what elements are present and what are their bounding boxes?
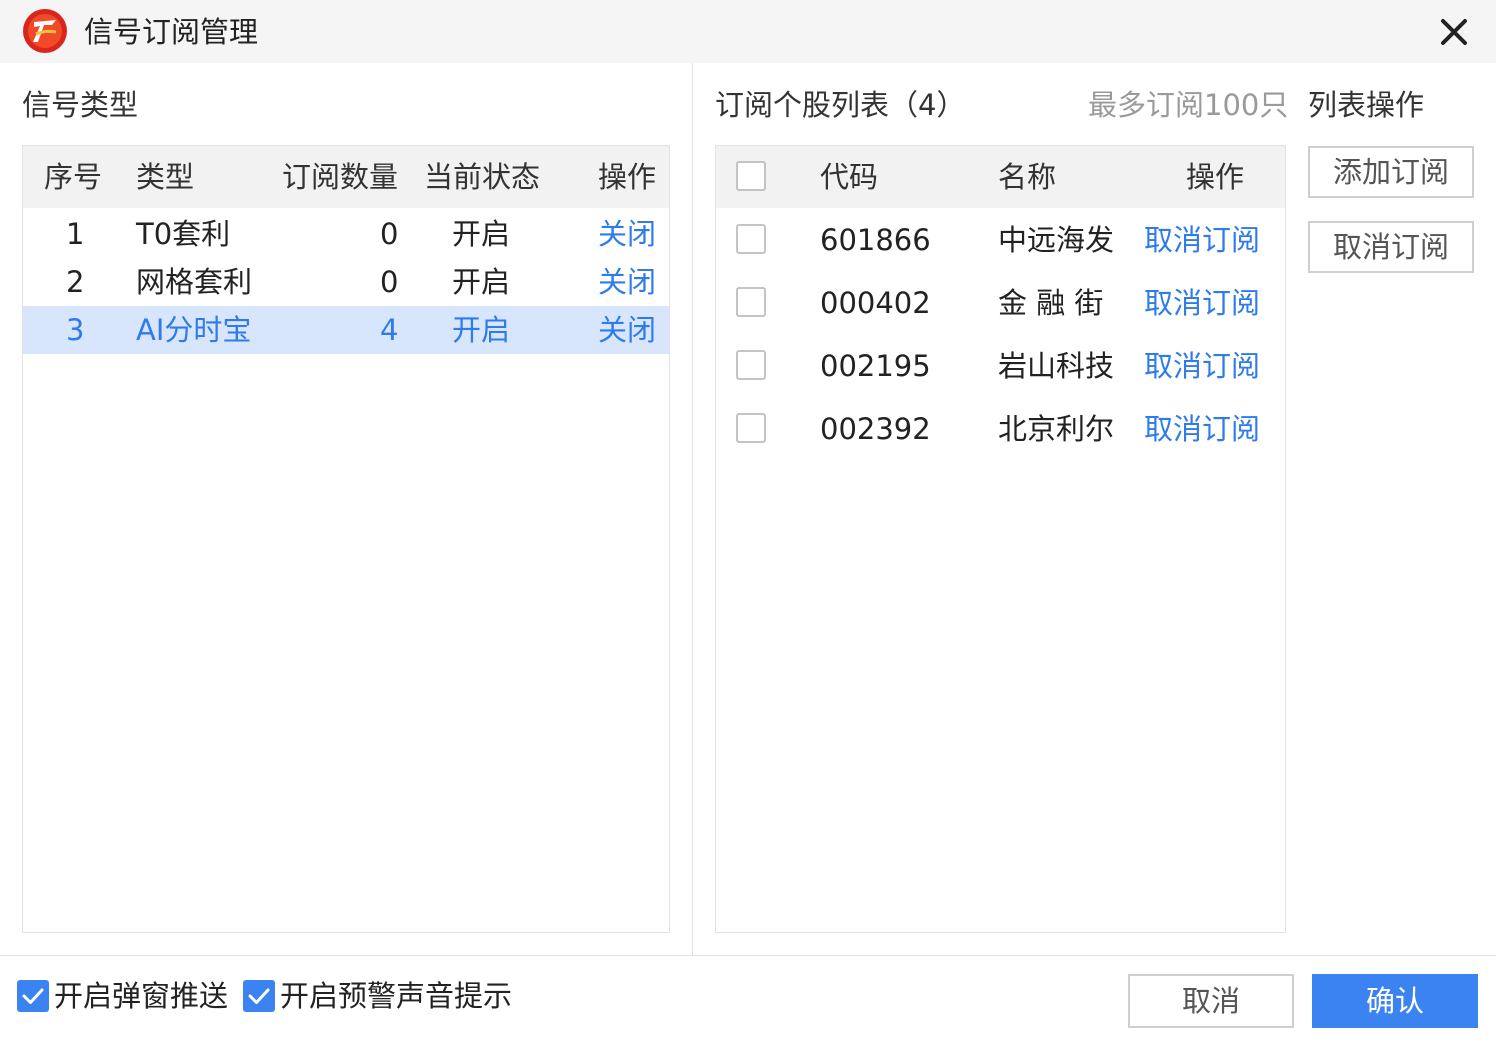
signal-type-title: 信号类型: [22, 88, 139, 122]
window-title: 信号订阅管理: [84, 15, 259, 49]
alert-sound-label[interactable]: 开启预警声音提示: [280, 976, 512, 1016]
alert-sound-checkbox[interactable]: [243, 980, 275, 1012]
row-checkbox[interactable]: [736, 224, 766, 254]
col-code: 代码: [820, 160, 879, 194]
popup-push-label[interactable]: 开启弹窗推送: [54, 976, 228, 1016]
row-checkbox[interactable]: [736, 287, 766, 317]
row-status: 开启: [452, 313, 511, 347]
signal-type-table: 序号 类型 订阅数量 当前状态 操作 1 T0套利 0 开启 关闭 2 网格套利…: [22, 145, 670, 933]
row-index: 1: [66, 217, 85, 251]
table-row[interactable]: 2 网格套利 0 开启 关闭: [23, 258, 669, 306]
unsubscribe-link[interactable]: 取消订阅: [1144, 409, 1260, 449]
row-index: 2: [66, 265, 85, 299]
stock-code: 000402: [820, 286, 931, 320]
row-type: T0套利: [136, 217, 231, 251]
row-count: 0: [380, 265, 399, 299]
row-count: 0: [380, 217, 399, 251]
stock-name: 北京利尔: [998, 412, 1115, 446]
stock-code: 002195: [820, 349, 931, 383]
col-action: 操作: [598, 160, 657, 194]
close-signal-link[interactable]: 关闭: [598, 310, 656, 350]
col-index: 序号: [44, 160, 103, 194]
title-bar: 信号订阅管理: [0, 0, 1496, 63]
stock-code: 601866: [820, 223, 931, 257]
unsubscribe-link[interactable]: 取消订阅: [1144, 346, 1260, 386]
stock-name: 岩山科技: [998, 349, 1115, 383]
stock-table-header: 代码 名称 操作: [716, 146, 1285, 208]
stock-name: 中远海发: [998, 223, 1115, 257]
row-index: 3: [66, 313, 85, 347]
list-item[interactable]: 601866 中远海发 取消订阅: [716, 218, 1285, 278]
check-icon: [248, 988, 270, 1004]
max-subscribe-hint: 最多订阅100只: [1088, 88, 1289, 122]
col-type: 类型: [136, 160, 195, 194]
list-item[interactable]: 000402 金 融 街 取消订阅: [716, 281, 1285, 341]
add-subscription-button[interactable]: 添加订阅: [1308, 146, 1474, 198]
list-item[interactable]: 002392 北京利尔 取消订阅: [716, 407, 1285, 467]
unsubscribe-link[interactable]: 取消订阅: [1144, 220, 1260, 260]
vertical-divider: [692, 63, 693, 955]
footer-divider: [0, 955, 1496, 956]
list-item[interactable]: 002195 岩山科技 取消订阅: [716, 344, 1285, 404]
app-logo-icon: [23, 9, 67, 53]
close-signal-link[interactable]: 关闭: [598, 262, 656, 302]
col-action: 操作: [1186, 160, 1245, 194]
list-ops-title: 列表操作: [1308, 88, 1425, 122]
row-checkbox[interactable]: [736, 350, 766, 380]
popup-push-checkbox[interactable]: [17, 980, 49, 1012]
stock-name: 金 融 街: [998, 286, 1104, 320]
row-type: AI分时宝: [136, 313, 252, 347]
close-icon[interactable]: [1434, 12, 1474, 52]
row-status: 开启: [452, 265, 511, 299]
select-all-checkbox[interactable]: [736, 161, 766, 191]
col-name: 名称: [998, 160, 1057, 194]
close-signal-link[interactable]: 关闭: [598, 214, 656, 254]
remove-subscription-button[interactable]: 取消订阅: [1308, 221, 1474, 273]
cancel-button[interactable]: 取消: [1128, 974, 1294, 1028]
stock-code: 002392: [820, 412, 931, 446]
row-status: 开启: [452, 217, 511, 251]
row-count: 4: [380, 313, 399, 347]
col-count: 订阅数量: [282, 160, 399, 194]
col-status: 当前状态: [424, 160, 541, 194]
table-row[interactable]: 1 T0套利 0 开启 关闭: [23, 210, 669, 258]
confirm-button[interactable]: 确认: [1312, 974, 1478, 1028]
stock-list-table: 代码 名称 操作 601866 中远海发 取消订阅 000402 金 融 街 取…: [715, 145, 1286, 933]
stock-list-title: 订阅个股列表（4）: [715, 88, 966, 122]
row-checkbox[interactable]: [736, 413, 766, 443]
signal-table-header: 序号 类型 订阅数量 当前状态 操作: [23, 146, 669, 208]
unsubscribe-link[interactable]: 取消订阅: [1144, 283, 1260, 323]
table-row-selected[interactable]: 3 AI分时宝 4 开启 关闭: [23, 306, 669, 354]
check-icon: [22, 988, 44, 1004]
row-type: 网格套利: [136, 265, 253, 299]
